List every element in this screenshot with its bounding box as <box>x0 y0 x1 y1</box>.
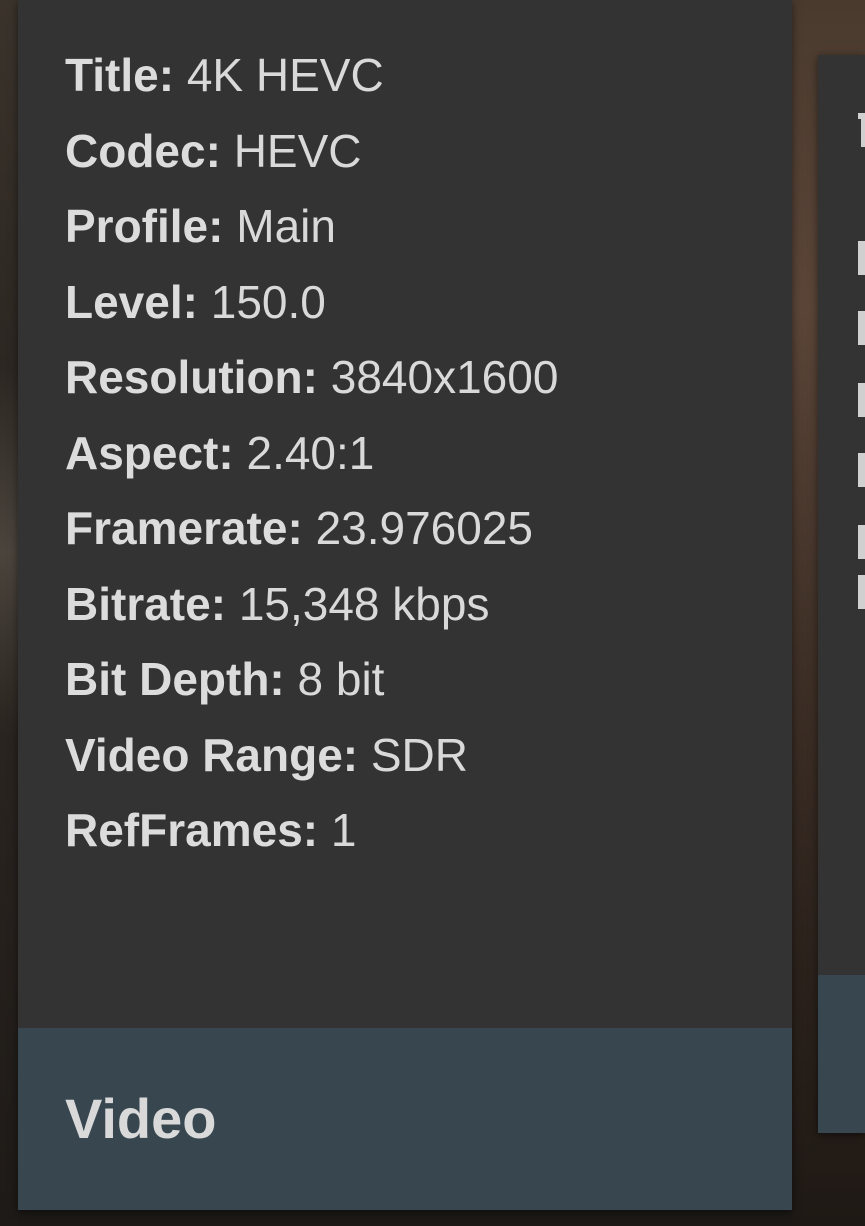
detail-row-video-range: Video Range: SDR <box>65 718 772 794</box>
detail-row-ref-frames: RefFrames: 1 <box>65 793 772 869</box>
card-footer-title: Video <box>65 1087 217 1150</box>
detail-label: Level: <box>65 275 211 328</box>
detail-value: 150.0 <box>210 275 326 328</box>
detail-row-framerate: Framerate: 23.976025 <box>65 491 772 567</box>
truncated-text-fragment <box>858 311 865 345</box>
detail-value: 4K HEVC <box>186 49 384 101</box>
detail-label: Video Range: <box>65 728 371 781</box>
detail-label: Aspect: <box>65 426 247 479</box>
truncated-text-fragment <box>858 241 865 275</box>
detail-value: 23.976025 <box>315 502 534 554</box>
detail-value: SDR <box>370 728 468 781</box>
truncated-text-fragment <box>861 119 865 147</box>
truncated-text-fragment <box>858 383 865 417</box>
detail-label: Bit Depth: <box>65 653 298 705</box>
detail-label: Framerate: <box>65 502 316 554</box>
detail-row-bit-depth: Bit Depth: 8 bit <box>65 642 772 718</box>
next-stream-card[interactable] <box>818 55 865 1133</box>
detail-value: 2.40:1 <box>246 426 375 479</box>
truncated-text-fragment <box>858 575 865 609</box>
detail-label: Bitrate: <box>65 577 239 630</box>
detail-value: 15,348 kbps <box>238 577 490 630</box>
video-stream-card[interactable]: Title: 4K HEVC Codec: HEVC Profile: Main… <box>18 0 792 1210</box>
detail-row-title: Title: 4K HEVC <box>65 38 772 114</box>
detail-row-aspect: Aspect: 2.40:1 <box>65 416 772 492</box>
detail-row-level: Level: 150.0 <box>65 265 772 341</box>
detail-row-resolution: Resolution: 3840x1600 <box>65 340 772 416</box>
detail-row-bitrate: Bitrate: 15,348 kbps <box>65 567 772 643</box>
detail-label: Title: <box>65 49 187 101</box>
detail-label: RefFrames: <box>65 804 331 856</box>
detail-label: Resolution: <box>65 351 331 403</box>
next-card-footer <box>818 975 865 1133</box>
detail-value: 3840x1600 <box>330 351 559 403</box>
detail-label: Profile: <box>65 200 237 252</box>
detail-value: Main <box>236 200 336 252</box>
detail-value: 8 bit <box>297 653 385 705</box>
card-footer: Video <box>18 1028 792 1210</box>
video-details-list: Title: 4K HEVC Codec: HEVC Profile: Main… <box>65 38 772 869</box>
truncated-text-fragment <box>858 453 865 487</box>
detail-row-codec: Codec: HEVC <box>65 114 772 190</box>
detail-label: Codec: <box>65 124 234 177</box>
detail-value: HEVC <box>233 124 362 177</box>
detail-value: 1 <box>330 804 357 856</box>
detail-row-profile: Profile: Main <box>65 189 772 265</box>
truncated-text-fragment <box>858 525 865 559</box>
background-image-left-edge <box>0 0 18 1226</box>
